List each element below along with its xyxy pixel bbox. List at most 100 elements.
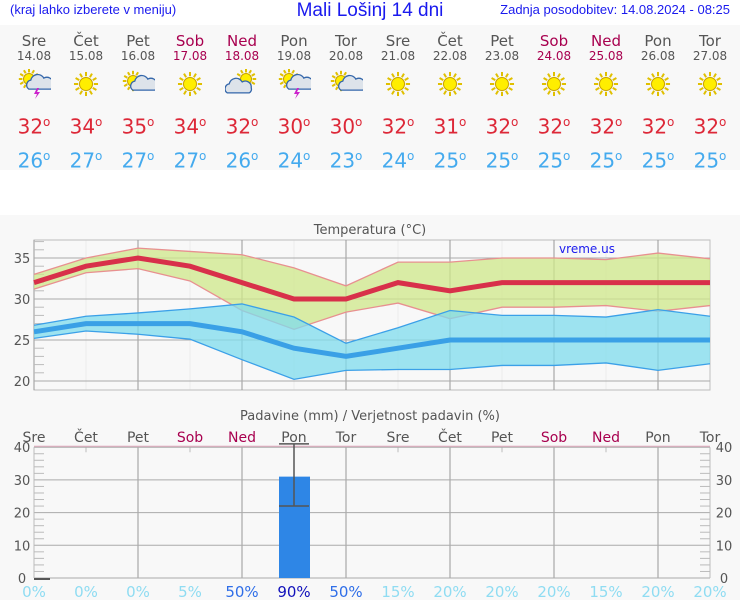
precip-probability: 15% xyxy=(381,583,414,600)
last-update: Zadnja posodobitev: 14.08.2024 - 08:25 xyxy=(500,2,730,17)
min-temp: 27o xyxy=(69,148,103,173)
sun-icon xyxy=(593,71,619,97)
min-temp: 27o xyxy=(173,148,207,173)
day-date: 19.08 xyxy=(276,49,312,63)
forecast-day: Čet 22.08 31o 25o xyxy=(424,32,476,173)
sun-cloud-storm-icon xyxy=(278,69,311,99)
max-temp: 35o xyxy=(121,114,155,139)
day-date: 23.08 xyxy=(484,49,520,63)
day-date: 17.08 xyxy=(172,49,208,63)
min-temp: 26o xyxy=(225,148,259,173)
forecast-day: Pon 19.08 30o 24o xyxy=(268,32,320,173)
y-tick-label-right: 10 xyxy=(716,539,733,554)
forecast-day: Sre 21.08 32o 24o xyxy=(372,33,424,173)
y-tick-label-left: 40 xyxy=(14,441,31,456)
day-label: Ned xyxy=(228,430,256,446)
min-temp: 25o xyxy=(589,148,623,173)
sun-icon xyxy=(489,71,515,97)
day-name: Pet xyxy=(126,32,150,50)
max-temp: 32o xyxy=(381,114,415,139)
day-label: Tor xyxy=(335,430,357,446)
temperature-chart: Temperatura (°C) 20 25 30 35 vreme.us xyxy=(14,223,711,391)
max-temp: 31o xyxy=(433,114,467,139)
forecast-day: Sob 17.08 34o 27o xyxy=(164,32,216,173)
day-name: Čet xyxy=(73,32,99,50)
day-label: Sob xyxy=(177,430,203,446)
forecast-day: Ned 18.08 32o 26o xyxy=(216,32,268,173)
day-date: 15.08 xyxy=(68,49,104,63)
forecast-day: Ned 25.08 32o 25o xyxy=(580,33,632,173)
sun-cloud-icon xyxy=(122,70,155,92)
precip-probability: 20% xyxy=(693,583,726,600)
day-date: 21.08 xyxy=(380,49,416,63)
y-tick-label: 30 xyxy=(14,293,31,308)
max-temp: 32o xyxy=(537,114,571,139)
sun-icon xyxy=(177,71,203,97)
min-temp: 24o xyxy=(381,148,415,173)
day-date: 26.08 xyxy=(640,49,676,63)
sun-icon xyxy=(697,71,723,97)
forecast-day: Tor 20.08 30o 23o xyxy=(320,32,372,173)
cloud-sun-icon xyxy=(225,69,257,94)
y-tick-label: 35 xyxy=(14,252,31,267)
day-name: Sre xyxy=(21,32,47,50)
precip-probability: 90% xyxy=(277,583,310,600)
day-name: Pon xyxy=(280,32,308,50)
min-temp: 25o xyxy=(485,148,519,173)
day-name: Ned xyxy=(227,32,257,50)
y-tick-label-left: 30 xyxy=(14,474,31,489)
day-name: Tor xyxy=(699,32,721,50)
chart-title: Padavine (mm) / Verjetnost padavin (%) xyxy=(240,409,500,424)
day-name: Čet xyxy=(437,32,463,50)
precip-probability: 20% xyxy=(641,583,674,600)
forecast-day: Čet 15.08 34o 27o xyxy=(60,32,112,173)
spacer xyxy=(0,170,740,215)
y-tick-label: 25 xyxy=(14,334,31,349)
y-tick-label-left: 10 xyxy=(14,539,31,554)
day-label: Čet xyxy=(438,428,462,446)
precip-probability: 20% xyxy=(485,583,518,600)
sun-icon xyxy=(645,71,671,97)
max-temp: 30o xyxy=(329,114,363,139)
chart-title: Temperatura (°C) xyxy=(313,223,426,238)
day-name: Sob xyxy=(175,32,205,50)
max-temp: 34o xyxy=(173,114,207,139)
min-temp: 26o xyxy=(17,148,51,173)
sun-icon xyxy=(437,71,463,97)
day-name: Pet xyxy=(490,32,514,50)
day-date: 27.08 xyxy=(692,49,728,63)
forecast-day: Pon 26.08 32o 25o xyxy=(632,33,684,173)
day-date: 16.08 xyxy=(120,49,156,63)
day-date: 22.08 xyxy=(432,49,468,63)
precip-probability: 50% xyxy=(225,583,258,600)
y-tick-label-right: 30 xyxy=(716,474,733,489)
day-label: Pet xyxy=(127,430,150,446)
location-hint[interactable]: (kraj lahko izberete v meniju) xyxy=(10,2,176,17)
precip-probability: 0% xyxy=(74,583,98,600)
max-temp: 34o xyxy=(69,114,103,139)
day-name: Sob xyxy=(539,32,569,50)
day-date: 18.08 xyxy=(224,49,260,63)
day-name: Tor xyxy=(335,32,357,50)
sun-icon xyxy=(385,71,411,97)
y-tick-label-left: 20 xyxy=(14,507,31,522)
day-label: Čet xyxy=(74,428,98,446)
watermark: vreme.us xyxy=(559,242,615,256)
precip-probability: 20% xyxy=(537,583,570,600)
min-temp: 25o xyxy=(693,148,727,173)
precip-probability: 50% xyxy=(329,583,362,600)
min-temp: 24o xyxy=(277,148,311,173)
max-temp: 32o xyxy=(17,114,51,139)
sun-icon xyxy=(73,71,99,97)
forecast-day: Tor 27.08 32o 25o xyxy=(684,32,736,173)
max-temp: 32o xyxy=(693,114,727,139)
max-temp: 30o xyxy=(277,114,311,139)
day-label: Ned xyxy=(592,430,620,446)
min-temp: 23o xyxy=(329,148,363,173)
min-temp: 25o xyxy=(641,148,675,173)
day-label: Pet xyxy=(491,430,514,446)
precip-probability: 5% xyxy=(178,583,202,600)
day-label: Pon xyxy=(645,430,670,446)
forecast-day: Sre 14.08 32o 26o xyxy=(8,32,60,173)
day-label: Sre xyxy=(387,430,410,446)
